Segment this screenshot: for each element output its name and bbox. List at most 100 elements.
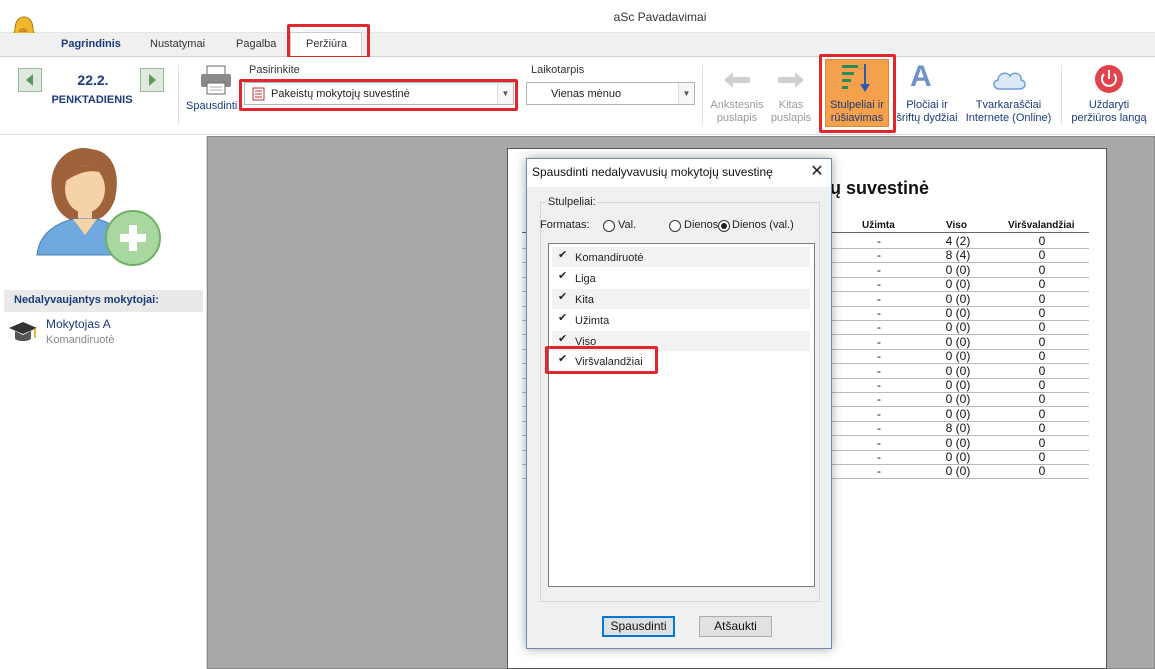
- format-radio-dienos[interactable]: [669, 220, 681, 232]
- table-cell: 0 (0): [945, 262, 971, 277]
- online-label-2: Internete (Online): [965, 112, 1052, 124]
- online-timetables-button[interactable]: Tvarkaraščiai Internete (Online): [961, 99, 1056, 125]
- table-cell: 0: [1038, 435, 1046, 450]
- col-header-viso: Viso: [946, 220, 967, 231]
- col-header-uzimta: Užimta: [862, 220, 895, 231]
- table-cell: 0: [1038, 378, 1046, 392]
- table-cell: -: [877, 234, 881, 248]
- format-radio-val[interactable]: [603, 220, 615, 232]
- table-cell: -: [877, 363, 881, 378]
- table-cell: 8 (4): [945, 248, 971, 263]
- table-cell: 0: [1038, 306, 1046, 320]
- print-button[interactable]: Spausdinti: [186, 100, 237, 113]
- widths-label-1: Pločiai ir: [906, 99, 948, 111]
- period-select[interactable]: Vienas mėnuo ▼: [526, 82, 695, 105]
- cloud-icon: [993, 72, 1026, 90]
- widths-fonts-button[interactable]: Pločiai ir šriftų dydžiai: [893, 99, 961, 125]
- table-cell: -: [877, 334, 881, 349]
- current-date: 22.2.: [77, 72, 109, 88]
- chevron-down-icon[interactable]: ▼: [678, 83, 694, 104]
- teacher-reason: Komandiruotė: [46, 334, 115, 346]
- table-cell: -: [877, 435, 881, 450]
- tab-nustatymai[interactable]: Nustatymai: [150, 38, 205, 56]
- close-preview-button[interactable]: Uždaryti peržiūros langą: [1066, 99, 1152, 125]
- printer-icon[interactable]: [198, 64, 234, 96]
- check-icon[interactable]: ✔: [558, 248, 567, 261]
- table-cell: -: [877, 464, 881, 479]
- table-cell: -: [877, 378, 881, 392]
- next-page-button[interactable]: Kitas puslapis: [766, 99, 816, 125]
- table-cell: 0 (0): [945, 392, 971, 407]
- list-item-label: Komandiruotė: [575, 252, 644, 264]
- check-icon[interactable]: ✔: [558, 290, 567, 303]
- table-cell: 4 (2): [945, 234, 971, 248]
- arrow-left-icon: [724, 72, 750, 88]
- table-cell: -: [877, 262, 881, 277]
- table-cell: 0: [1038, 406, 1046, 421]
- format-option-dienos-val: Dienos (val.): [732, 219, 794, 231]
- table-cell: 0: [1038, 421, 1046, 436]
- col-header-virsvalandziai: Viršvalandžiai: [1008, 220, 1075, 231]
- list-item[interactable]: ✔ Liga: [552, 268, 810, 288]
- table-cell: 0: [1038, 277, 1046, 292]
- prev-day-button[interactable]: [18, 68, 42, 92]
- format-radio-dienos-val[interactable]: [718, 220, 730, 232]
- close-icon[interactable]: ✕: [806, 161, 828, 183]
- table-cell: 0 (0): [945, 349, 971, 364]
- table-cell: 0: [1038, 262, 1046, 277]
- tab-highlight-box: [287, 24, 370, 59]
- window-title: aSc Pavadavimai: [613, 10, 707, 24]
- table-cell: 0 (0): [945, 378, 971, 392]
- table-cell: 0: [1038, 464, 1046, 479]
- format-option-dienos: Dienos: [684, 219, 719, 231]
- table-cell: -: [877, 320, 881, 335]
- prev-page-label-1: Ankstesnis: [710, 99, 764, 111]
- table-cell: 0: [1038, 234, 1046, 248]
- table-cell: 8 (0): [945, 421, 971, 436]
- ribbon-divider: [702, 65, 703, 125]
- graduation-cap-icon: [9, 322, 37, 341]
- table-cell: 0: [1038, 392, 1046, 407]
- table-cell: 0: [1038, 349, 1046, 364]
- table-cell: 0: [1038, 291, 1046, 306]
- list-item-label: Užimta: [575, 315, 610, 327]
- close-label-1: Uždaryti: [1088, 99, 1130, 111]
- table-cell: -: [877, 450, 881, 464]
- close-label-2: peržiūros langą: [1071, 112, 1147, 124]
- table-cell: 0 (0): [945, 450, 971, 464]
- dialog-print-button[interactable]: Spausdinti: [602, 616, 675, 637]
- arrow-left-icon: [26, 74, 33, 86]
- table-cell: 0 (0): [945, 291, 971, 306]
- tab-pagrindinis[interactable]: Pagrindinis: [61, 38, 121, 56]
- add-teacher-avatar-icon[interactable]: [33, 143, 165, 271]
- table-cell: -: [877, 349, 881, 364]
- prev-page-label-2: puslapis: [716, 112, 758, 124]
- table-cell: -: [877, 248, 881, 263]
- check-icon[interactable]: ✔: [558, 332, 567, 345]
- teacher-name[interactable]: Mokytojas A: [46, 317, 111, 331]
- dialog-cancel-button[interactable]: Atšaukti: [699, 616, 772, 637]
- absent-teachers-header: Nedalyvaujantys mokytojai:: [4, 290, 203, 312]
- table-cell: -: [877, 306, 881, 320]
- table-cell: 0 (0): [945, 464, 971, 479]
- list-item-highlight-box: [545, 346, 658, 374]
- arrow-right-icon: [778, 72, 804, 88]
- power-icon: [1095, 65, 1123, 93]
- next-page-label-1: Kitas: [778, 99, 804, 111]
- arrow-right-icon: [149, 74, 156, 86]
- list-item[interactable]: ✔ Komandiruotė: [552, 247, 810, 267]
- table-cell: 0: [1038, 320, 1046, 335]
- check-icon[interactable]: ✔: [558, 311, 567, 324]
- table-cell: 0 (0): [945, 306, 971, 320]
- select-label: Pasirinkite: [249, 64, 300, 76]
- list-item-label: Kita: [575, 294, 594, 306]
- list-item[interactable]: ✔ Užimta: [552, 310, 810, 330]
- next-day-button[interactable]: [140, 68, 164, 92]
- tab-pagalba[interactable]: Pagalba: [236, 38, 276, 56]
- check-icon[interactable]: ✔: [558, 269, 567, 282]
- table-cell: 0 (0): [945, 363, 971, 378]
- list-item[interactable]: ✔ Kita: [552, 289, 810, 309]
- list-item-label: Liga: [575, 273, 596, 285]
- table-cell: 0 (0): [945, 435, 971, 450]
- prev-page-button[interactable]: Ankstesnis puslapis: [706, 99, 768, 125]
